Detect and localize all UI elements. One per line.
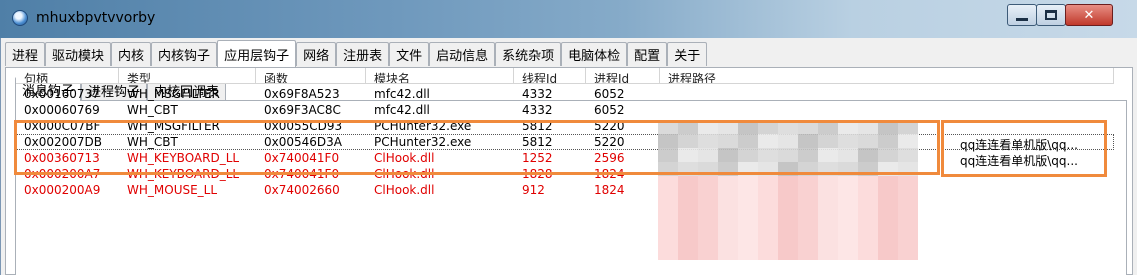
cell-func: 0x00546D3A	[264, 135, 342, 149]
cell-handle: 0x000200A9	[24, 183, 101, 197]
tab-about[interactable]: 关于	[667, 42, 708, 66]
column-header-module[interactable]: 模块名	[366, 68, 514, 83]
column-header-function[interactable]: 函数	[256, 68, 366, 83]
cell-module: ClHook.dll	[374, 151, 435, 165]
cell-tid: 5812	[522, 135, 553, 149]
table-row[interactable]: 0x002007DB WH_CBT 0x00546D3A PCHunter32.exe…	[16, 134, 1114, 150]
cell-type: WH_MOUSE_LL	[127, 183, 218, 197]
table-body: 0x00160737 WH_MSGFILTER 0x69F8A523 mfc42.dl…	[16, 86, 1114, 198]
cell-module: mfc42.dll	[374, 87, 430, 101]
title-bar: mhuxbpvtvvorby ✕	[0, 0, 1137, 38]
cell-pid: 6052	[594, 87, 625, 101]
cell-pid: 6052	[594, 103, 625, 117]
table-row[interactable]: 0x000200A9 WH_MOUSE_LL 0x74002660 ClHook.dl…	[16, 182, 1114, 198]
table-row[interactable]: 0x00360713 WH_KEYBOARD_LL 0x740041F0 ClHook…	[16, 150, 1114, 166]
cell-handle: 0x00160737	[24, 87, 100, 101]
tab-process[interactable]: 进程	[5, 42, 46, 66]
table-row[interactable]: 0x000200A7 WH_KEYBOARD_LL 0x740041F0 ClHook…	[16, 166, 1114, 182]
cell-type: WH_MSGFILTER	[127, 87, 220, 101]
cell-handle: 0x00360713	[24, 151, 100, 165]
column-header-thread-id[interactable]: 线程Id	[514, 68, 586, 83]
column-header-process-path[interactable]: 进程路径	[660, 68, 1114, 83]
minimize-button[interactable]	[1007, 4, 1037, 26]
main-tab-strip: 进程 驱动模块 内核 内核钩子 应用层钩子 网络 注册表 文件 启动信息 系统杂…	[5, 40, 708, 67]
column-header-type[interactable]: 类型	[119, 68, 256, 83]
table-header: 句柄 类型 函数 模块名 线程Id 进程Id 进程路径	[16, 68, 1114, 84]
maximize-icon	[1045, 10, 1057, 20]
cell-pid: 5220	[594, 119, 625, 133]
process-path-row2: qq连连看单机版\qq...	[960, 154, 1078, 168]
cell-pid: 1824	[594, 183, 625, 197]
table-row[interactable]: 0x00060769 WH_CBT 0x69F3AC8C mfc42.dll 4332 6…	[16, 102, 1114, 118]
cell-module: PCHunter32.exe	[374, 119, 472, 133]
tab-kernel[interactable]: 内核	[111, 42, 152, 66]
cell-type: WH_KEYBOARD_LL	[127, 151, 240, 165]
cell-pid: 2596	[594, 151, 625, 165]
tab-driver-modules[interactable]: 驱动模块	[45, 42, 112, 66]
tab-registry[interactable]: 注册表	[336, 42, 390, 66]
cell-handle: 0x00060769	[24, 103, 100, 117]
cell-handle: 0x000200A7	[24, 167, 101, 181]
app-icon	[12, 10, 28, 26]
cell-type: WH_CBT	[127, 135, 178, 149]
cell-handle: 0x002007DB	[24, 135, 103, 149]
process-path-row1: qq连连看单机版\qq...	[960, 138, 1078, 152]
maximize-button[interactable]	[1036, 4, 1066, 26]
tab-config[interactable]: 配置	[627, 42, 668, 66]
cell-type: WH_MSGFILTER	[127, 119, 220, 133]
cell-func: 0x740041F0	[264, 167, 340, 181]
cell-func: 0x69F8A523	[264, 87, 340, 101]
close-icon: ✕	[1083, 7, 1095, 23]
redacted-process-path	[658, 120, 918, 260]
close-button[interactable]: ✕	[1065, 4, 1113, 26]
tab-network[interactable]: 网络	[296, 42, 337, 66]
cell-module: ClHook.dll	[374, 167, 435, 181]
table-row[interactable]: 0x000C07BF WH_MSGFILTER 0x0055CD93 PCHunter…	[16, 118, 1114, 134]
column-header-handle[interactable]: 句柄	[16, 68, 119, 83]
cell-module: mfc42.dll	[374, 103, 430, 117]
cell-tid: 5812	[522, 119, 553, 133]
tab-app-hooks[interactable]: 应用层钩子	[217, 40, 297, 67]
cell-tid: 4332	[522, 87, 553, 101]
minimize-icon	[1016, 17, 1028, 21]
window-title: mhuxbpvtvvorby	[36, 10, 156, 26]
tab-startup-info[interactable]: 启动信息	[429, 42, 496, 66]
cell-module: ClHook.dll	[374, 183, 435, 197]
cell-func: 0x0055CD93	[264, 119, 343, 133]
tab-files[interactable]: 文件	[389, 42, 430, 66]
cell-func: 0x740041F0	[264, 151, 340, 165]
cell-pid: 5220	[594, 135, 625, 149]
cell-tid: 912	[522, 183, 545, 197]
table-row[interactable]: 0x00160737 WH_MSGFILTER 0x69F8A523 mfc42.dl…	[16, 86, 1114, 102]
tab-system-misc[interactable]: 系统杂项	[495, 42, 562, 66]
cell-pid: 1824	[594, 167, 625, 181]
cell-func: 0x74002660	[264, 183, 340, 197]
cell-func: 0x69F3AC8C	[264, 103, 341, 117]
column-header-process-id[interactable]: 进程Id	[586, 68, 660, 83]
tab-kernel-hooks[interactable]: 内核钩子	[151, 42, 218, 66]
cell-type: WH_CBT	[127, 103, 178, 117]
cell-tid: 1828	[522, 167, 553, 181]
cell-module: PCHunter32.exe	[374, 135, 472, 149]
cell-type: WH_KEYBOARD_LL	[127, 167, 240, 181]
tab-pc-checkup[interactable]: 电脑体检	[561, 42, 628, 66]
cell-tid: 1252	[522, 151, 553, 165]
cell-handle: 0x000C07BF	[24, 119, 101, 133]
cell-tid: 4332	[522, 103, 553, 117]
